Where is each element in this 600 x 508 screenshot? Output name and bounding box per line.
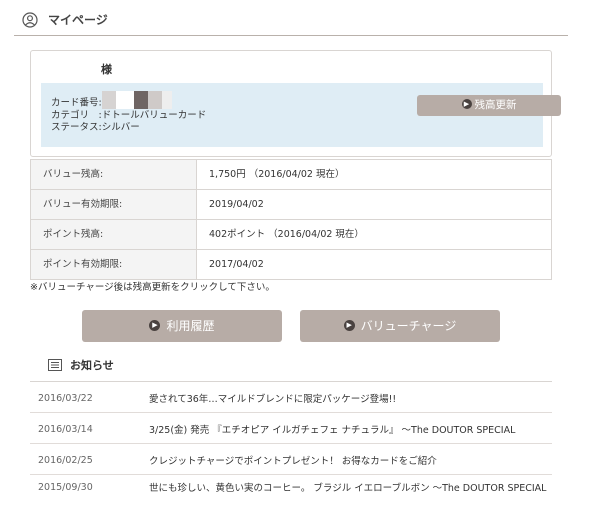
row-label: ポイント有効期限:	[31, 250, 197, 279]
list-item[interactable]: 2016/03/22 愛されて36年…マイルドブレンドに限定パッケージ登場!!	[30, 382, 552, 413]
news-list: 2016/03/22 愛されて36年…マイルドブレンドに限定パッケージ登場!! …	[30, 381, 552, 508]
table-row: ポイント残高: 402ポイント （2016/04/02 現在）	[30, 220, 552, 250]
news-date: 2015/09/30	[38, 482, 93, 493]
arrow-right-icon: ▶	[149, 320, 161, 331]
news-heading-label: お知らせ	[70, 359, 114, 372]
newspaper-icon	[48, 359, 62, 371]
member-name: 様	[101, 63, 112, 76]
list-item[interactable]: 2015/09/30 世にも珍しい、黄色い実のコーヒー。 ブラジル イエローブル…	[30, 475, 552, 508]
table-row: ポイント有効期限: 2017/04/02	[30, 250, 552, 280]
masked-card-number	[133, 91, 148, 109]
charge-note: ※バリューチャージ後は残高更新をクリックして下さい。	[30, 282, 275, 293]
balance-table: バリュー残高: 1,750円 （2016/04/02 現在） バリュー有効期限:…	[30, 159, 552, 280]
arrow-right-icon: ▶	[343, 320, 355, 331]
news-title-link[interactable]: 愛されて36年…マイルドブレンドに限定パッケージ登場!!	[149, 393, 549, 406]
masked-card-number	[115, 91, 134, 109]
masked-card-number	[147, 91, 162, 109]
row-value: 2019/04/02	[209, 199, 264, 210]
news-title-link[interactable]: 世にも珍しい、黄色い実のコーヒー。 ブラジル イエローブルボン ～The DOU…	[149, 482, 549, 495]
news-title-link[interactable]: 3/25(金) 発売 『エチオピア イルガチェフェ ナチュラル』 ～The DO…	[149, 424, 549, 437]
page-header: マイページ	[14, 6, 568, 36]
mypage: マイページ 様 カード番号: カテゴリ :ドトールバリューカード ステータス:シ…	[0, 0, 600, 508]
masked-card-number	[101, 91, 116, 109]
value-charge-label: バリューチャージ	[360, 319, 457, 333]
row-value: 402ポイント （2016/04/02 現在）	[209, 229, 364, 240]
card-status: ステータス:シルバー	[51, 121, 140, 133]
refresh-balance-button[interactable]: ▶ 残高更新	[417, 95, 561, 116]
usage-history-button[interactable]: ▶ 利用履歴	[82, 310, 282, 342]
row-value: 2017/04/02	[209, 259, 264, 270]
news-heading: お知らせ	[48, 357, 114, 373]
row-label: ポイント残高:	[31, 220, 197, 249]
news-date: 2016/03/22	[38, 393, 93, 404]
row-label: バリュー残高:	[31, 160, 197, 189]
user-icon	[22, 12, 38, 28]
card-number-label: カード番号:	[51, 97, 102, 109]
card-number-line: カード番号:	[51, 91, 206, 110]
masked-card-number	[161, 91, 172, 109]
news-date: 2016/03/14	[38, 424, 93, 435]
member-card-panel: 様 カード番号: カテゴリ :ドトールバリューカード ステータス:シルバー ▶ 残…	[30, 50, 561, 157]
list-item[interactable]: 2016/02/25 クレジットチャージでポイントプレゼント！ お得なカードをご…	[30, 444, 552, 475]
card-category: カテゴリ :ドトールバリューカード	[51, 109, 207, 121]
row-label: バリュー有効期限:	[31, 190, 197, 219]
news-date: 2016/02/25	[38, 455, 93, 466]
table-row: バリュー残高: 1,750円 （2016/04/02 現在）	[30, 160, 552, 190]
page-title: マイページ	[48, 13, 108, 27]
arrow-right-icon: ▶	[461, 99, 472, 109]
usage-history-label: 利用履歴	[166, 319, 215, 333]
value-charge-button[interactable]: ▶ バリューチャージ	[300, 310, 500, 342]
refresh-balance-label: 残高更新	[474, 99, 517, 111]
row-value: 1,750円 （2016/04/02 現在）	[209, 169, 345, 180]
news-title-link[interactable]: クレジットチャージでポイントプレゼント！ お得なカードをご紹介	[149, 455, 549, 468]
list-item[interactable]: 2016/03/14 3/25(金) 発売 『エチオピア イルガチェフェ ナチュ…	[30, 413, 552, 444]
card-info-box: カード番号: カテゴリ :ドトールバリューカード ステータス:シルバー ▶ 残高更…	[41, 83, 561, 147]
table-row: バリュー有効期限: 2019/04/02	[30, 190, 552, 220]
